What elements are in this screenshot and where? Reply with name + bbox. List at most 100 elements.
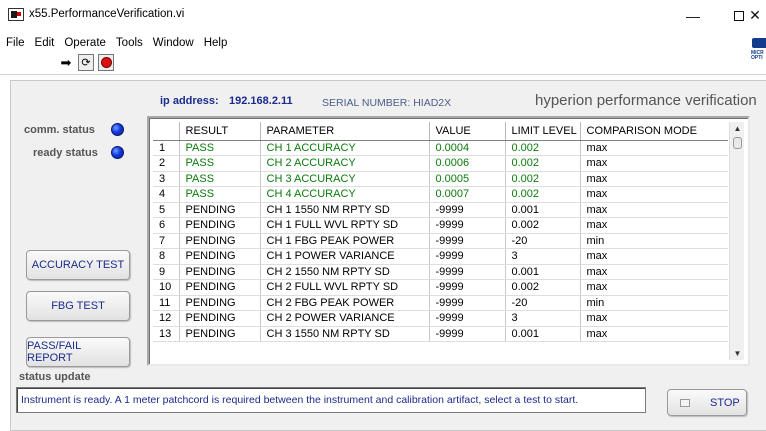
column-header-limit-level: LIMIT LEVEL xyxy=(504,122,580,141)
menu-tools[interactable]: Tools xyxy=(111,37,148,49)
row-index: 9 xyxy=(153,264,179,280)
menu-edit[interactable]: Edit xyxy=(30,37,60,49)
row-index: 2 xyxy=(153,155,179,172)
comparison-mode-cell: max xyxy=(579,155,728,172)
results-table[interactable]: RESULT PARAMETER VALUE LIMIT LEVEL COMPA… xyxy=(147,116,750,366)
table-row[interactable]: 1 PASS CH 1 ACCURACY 0.0004 0.002 max xyxy=(153,140,728,156)
result-cell: PENDING xyxy=(178,310,260,327)
result-cell: PENDING xyxy=(178,295,260,311)
page-title: hyperion performance verification xyxy=(535,92,757,109)
app-window: x55.PerformanceVerification.vi — ✕ File … xyxy=(0,0,766,431)
comparison-mode-cell: max xyxy=(579,279,728,296)
row-index: 8 xyxy=(153,248,179,265)
table-row[interactable]: 2 PASS CH 2 ACCURACY 0.0006 0.002 max xyxy=(153,155,728,172)
limit-level-cell: -20 xyxy=(504,233,580,249)
row-index: 1 xyxy=(153,140,179,156)
row-index: 3 xyxy=(153,171,179,187)
parameter-cell: CH 2 POWER VARIANCE xyxy=(259,310,429,327)
row-index: 13 xyxy=(153,326,179,342)
table-row[interactable]: 9 PENDING CH 2 1550 NM RPTY SD -9999 0.001 ma… xyxy=(153,264,728,280)
row-index: 6 xyxy=(153,217,179,234)
result-cell: PENDING xyxy=(178,264,260,280)
minimize-button[interactable]: — xyxy=(670,0,716,31)
limit-level-cell: 0.002 xyxy=(504,171,580,187)
comm-status-label: comm. status xyxy=(24,124,95,136)
table-row[interactable]: 10 PENDING CH 2 FULL WVL RPTY SD -9999 0.002… xyxy=(153,279,728,296)
comparison-mode-cell: max xyxy=(579,171,728,187)
table-row[interactable]: 11 PENDING CH 2 FBG PEAK POWER -9999 -20 min xyxy=(153,295,728,311)
menu-help[interactable]: Help xyxy=(199,37,233,49)
parameter-cell: CH 1 FULL WVL RPTY SD xyxy=(259,217,429,234)
row-index: 7 xyxy=(153,233,179,249)
value-cell: 0.0004 xyxy=(428,140,505,156)
value-cell: -9999 xyxy=(428,264,505,280)
accuracy-test-button[interactable]: ACCURACY TEST xyxy=(26,250,130,280)
scroll-down-arrow-icon[interactable]: ▼ xyxy=(730,347,745,360)
limit-level-cell: 3 xyxy=(504,310,580,327)
fbg-test-button[interactable]: FBG TEST xyxy=(26,291,130,321)
run-arrow-icon[interactable]: ➡ xyxy=(58,54,74,71)
window-title: x55.PerformanceVerification.vi xyxy=(29,8,185,20)
parameter-cell: CH 2 ACCURACY xyxy=(259,155,429,172)
maximize-icon xyxy=(734,10,744,21)
parameter-cell: CH 3 ACCURACY xyxy=(259,171,429,187)
ready-status-led xyxy=(111,146,124,159)
table-row[interactable]: 13 PENDING CH 3 1550 NM RPTY SD -9999 0.001 m… xyxy=(153,326,728,342)
value-cell: 0.0006 xyxy=(428,155,505,172)
table-row[interactable]: 12 PENDING CH 2 POWER VARIANCE -9999 3 max xyxy=(153,310,728,327)
table-row[interactable]: 7 PENDING CH 1 FBG PEAK POWER -9999 -20 min xyxy=(153,233,728,249)
pass-fail-report-button[interactable]: PASS/FAIL REPORT xyxy=(26,337,130,367)
limit-level-cell: 0.001 xyxy=(504,326,580,342)
table-header-row: RESULT PARAMETER VALUE LIMIT LEVEL COMPA… xyxy=(153,122,728,141)
row-index: 11 xyxy=(153,295,179,311)
row-index: 4 xyxy=(153,186,179,203)
table-row[interactable]: 3 PASS CH 3 ACCURACY 0.0005 0.002 max xyxy=(153,171,728,187)
result-cell: PENDING xyxy=(178,279,260,296)
value-cell: -9999 xyxy=(428,310,505,327)
comparison-mode-cell: max xyxy=(579,140,728,156)
value-cell: -9999 xyxy=(428,295,505,311)
comparison-mode-cell: max xyxy=(579,264,728,280)
run-continuously-icon[interactable]: ⟳ xyxy=(78,54,94,71)
result-cell: PASS xyxy=(178,186,260,203)
stop-indicator-icon xyxy=(680,399,690,407)
scrollbar-thumb[interactable] xyxy=(733,137,742,149)
row-index: 12 xyxy=(153,310,179,327)
table-row[interactable]: 8 PENDING CH 1 POWER VARIANCE -9999 3 max xyxy=(153,248,728,265)
scroll-up-arrow-icon[interactable]: ▲ xyxy=(730,122,745,135)
parameter-cell: CH 2 1550 NM RPTY SD xyxy=(259,264,429,280)
result-cell: PASS xyxy=(178,171,260,187)
menu-file[interactable]: File xyxy=(0,37,30,49)
result-cell: PENDING xyxy=(178,248,260,265)
limit-level-cell: 0.002 xyxy=(504,217,580,234)
value-cell: 0.0007 xyxy=(428,186,505,203)
serial-number: SERIAL NUMBER: HIAD2X xyxy=(322,97,452,109)
value-cell: -9999 xyxy=(428,326,505,342)
limit-level-cell: 0.002 xyxy=(504,279,580,296)
stop-button[interactable]: STOP xyxy=(667,389,747,416)
comparison-mode-cell: max xyxy=(579,217,728,234)
value-cell: -9999 xyxy=(428,248,505,265)
limit-level-cell: 0.001 xyxy=(504,264,580,280)
close-button[interactable]: ✕ xyxy=(744,0,766,31)
table-scrollbar[interactable]: ▲ ▼ xyxy=(729,122,744,360)
stop-button-label: STOP xyxy=(710,397,740,409)
labview-vi-icon xyxy=(8,8,24,21)
toolbar: ➡ ⟳ xyxy=(0,53,766,73)
menu-window[interactable]: Window xyxy=(148,37,199,49)
status-update-message: Instrument is ready. A 1 meter patchcord… xyxy=(16,387,646,413)
comparison-mode-cell: max xyxy=(579,326,728,342)
table-row[interactable]: 4 PASS CH 4 ACCURACY 0.0007 0.002 max xyxy=(153,186,728,203)
abort-execution-button[interactable] xyxy=(98,54,114,71)
column-header-index xyxy=(153,122,179,141)
row-index: 5 xyxy=(153,202,179,218)
limit-level-cell: 0.001 xyxy=(504,202,580,218)
comparison-mode-cell: max xyxy=(579,202,728,218)
table-row[interactable]: 6 PENDING CH 1 FULL WVL RPTY SD -9999 0.002 m… xyxy=(153,217,728,234)
column-header-value: VALUE xyxy=(428,122,505,141)
value-cell: 0.0005 xyxy=(428,171,505,187)
menu-operate[interactable]: Operate xyxy=(59,37,111,49)
column-header-result: RESULT xyxy=(178,122,260,141)
table-row[interactable]: 5 PENDING CH 1 1550 NM RPTY SD -9999 0.001 ma… xyxy=(153,202,728,218)
limit-level-cell: -20 xyxy=(504,295,580,311)
